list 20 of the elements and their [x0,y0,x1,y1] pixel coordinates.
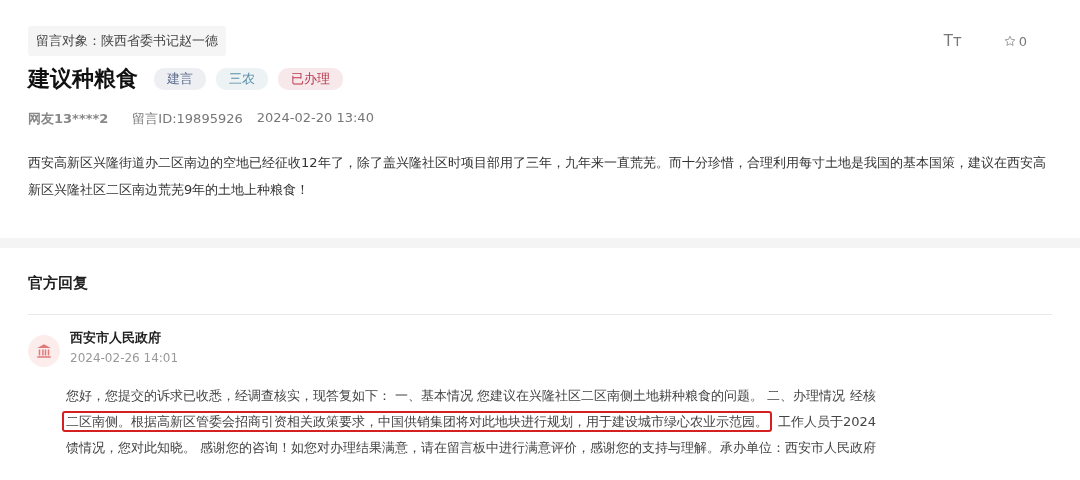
message-body: 西安高新区兴隆街道办二区南边的空地已经征收12年了，除了盖兴隆社区时项目部用了三年，九年来一直荒芜。而十分珍惜，合理利用每寸土地是我国的基本国策，建议在西安高新区兴隆社区二区南边荒芜9年的土地上种粮食！ [28,154,1047,199]
tag: 已办理 [278,68,343,90]
message-date: 2024-02-20 13:40 [256,110,374,127]
message-title: 建议种粮食 [28,65,138,93]
reply-text: 工作人员于2024 [778,414,877,429]
reply-date: 2024-02-26 14:01 [70,351,179,365]
reply-text: 您好，您提交的诉求已收悉，经调查核实，现答复如下： 一、基本情况 您建议在兴隆社区二区南侧土地耕种粮食的问题。 二、办理情况 经核 [66,388,876,403]
tag: 三农 [216,68,268,90]
agency-name: 西安市人民政府 [70,329,162,347]
recipient-label: 留言对象：陕西省委书记赵一德 [28,26,226,56]
message-id: 留言ID:19895926 [132,110,243,128]
font-size-button[interactable]: Tт [943,32,962,50]
reply-text: 馈情况，您对此知晓。 感谢您的咨询！如您对办理结果满意，请在留言板中进行满意评价，感谢您的支持与理解。承办单位：西安市人民政府 [66,440,877,455]
author-name: 网友13****2 [28,110,109,128]
section-heading: 官方回复 [28,274,89,293]
tag: 建言 [154,68,206,90]
favorite-button[interactable]: 0 [1003,32,1027,50]
highlighted-text: 二区南侧。根据高新区管委会招商引资相关政策要求，中国供销集团将对此地块进行规划，用于建设城市绿心农业示范园。 [62,411,772,432]
star-icon [1003,35,1016,47]
government-building-icon [28,335,60,367]
